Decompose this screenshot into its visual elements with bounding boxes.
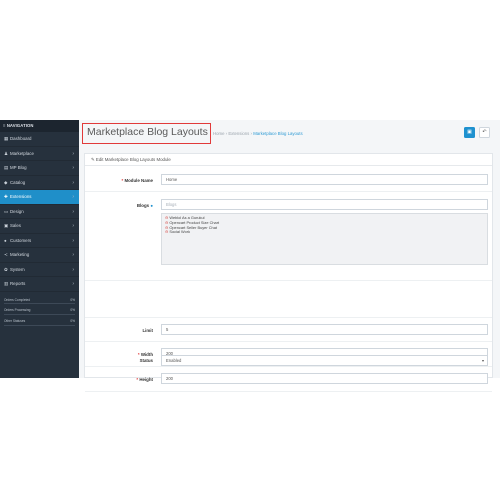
panel-heading: ✎ Edit Marketplace Blog Layouts Module [85, 154, 492, 166]
chevron-right-icon: › [72, 281, 74, 287]
blog-name: Social Work [169, 229, 191, 235]
module-name-label: * Module Name [121, 178, 154, 183]
sidebar-item-customers[interactable]: ● Customers › [0, 234, 79, 248]
sidebar-item-design[interactable]: ▭ Design › [0, 205, 79, 219]
chevron-right-icon: › [72, 237, 74, 244]
sidebar-item-label: Customers [10, 237, 32, 243]
panel-heading-text: Edit Marketplace Blog Layouts Module [95, 157, 171, 162]
save-button[interactable]: ▣ [464, 127, 475, 138]
remove-icon[interactable]: ⊖ [165, 229, 168, 234]
progress-bar [4, 313, 75, 316]
sidebar-item-sales[interactable]: ▣ Sales › [0, 219, 79, 234]
sidebar-item-reports[interactable]: ▥ Reports › [0, 277, 79, 292]
status-label: Status [139, 358, 153, 363]
select-arrow-icon: ▾ [481, 358, 484, 363]
limit-row: Limit 5 [85, 317, 492, 342]
save-icon: ▣ [467, 129, 472, 135]
stat-value: 0% [70, 297, 75, 302]
stat-progress: Orders Completed 0% [4, 298, 75, 305]
sidebar-item-label: Design [10, 208, 24, 214]
blogs-label: Blogs ● [136, 203, 153, 208]
height-input[interactable]: 200 [161, 373, 488, 384]
sidebar-item-marketplace[interactable]: ♟ Marketplace › [0, 147, 79, 161]
page-header: Marketplace Blog Layouts Home › Extensio… [79, 120, 500, 148]
navigation-header: ≡ NAVIGATION [0, 120, 79, 132]
module-name-input[interactable]: Home [161, 174, 488, 185]
sidebar-item-label: MP Blog [10, 165, 27, 170]
nav-list: ▦ Dashboard ♟ Marketplace › ▤ MP Blog › ◆ Catalog… [0, 132, 79, 292]
chevron-right-icon: › [72, 208, 74, 215]
module-name-row: * Module Name Home [85, 167, 492, 192]
selected-blogs-list: ⊖ Weblol As a Gurukul ⊖ Opencart Product … [161, 213, 488, 265]
admin-screen: ≡ NAVIGATION ▦ Dashboard ♟ Marketplace › ▤ MP … [0, 120, 500, 392]
order-stats: Orders Completed 0% Orders Processing 0% Oth… [0, 298, 79, 326]
sidebar-item-label: Marketing [10, 252, 30, 257]
main-content: Marketplace Blog Layouts Home › Extensio… [79, 120, 500, 392]
sidebar-item-label: Reports [10, 281, 26, 286]
sidebar-item-extensions[interactable]: ✚ Extensions › [0, 190, 79, 205]
sidebar-item-dashboard[interactable]: ▦ Dashboard [0, 132, 79, 147]
blogs-autocomplete-input[interactable]: Blogs [161, 199, 488, 210]
reply-icon: ↶ [482, 129, 487, 135]
sidebar-item-label: Catalog [10, 179, 26, 185]
sidebar-item-label: Dashboard [10, 136, 32, 141]
status-row: Status Enabled ▾ [85, 349, 492, 373]
chevron-right-icon: › [72, 150, 74, 157]
breadcrumb: Home › Extensions › Marketplace Blog Lay… [213, 131, 303, 136]
pencil-icon: ✎ [91, 157, 95, 162]
sidebar-item-catalog[interactable]: ◆ Catalog › [0, 176, 79, 190]
edit-module-panel: ✎ Edit Marketplace Blog Layouts Module *… [84, 153, 493, 392]
back-button[interactable]: ↶ [479, 127, 490, 138]
sidebar-item-marketing[interactable]: ≺ Marketing › [0, 248, 79, 263]
help-icon: ● [150, 203, 153, 208]
sidebar-item-label: Extensions [10, 194, 32, 199]
stat-value: 0% [70, 319, 75, 324]
limit-label: Limit [142, 328, 154, 333]
chevron-right-icon: › [72, 223, 74, 229]
stat-label: Other Statuses [4, 319, 26, 324]
chevron-right-icon: › [72, 266, 74, 273]
chevron-right-icon: › [72, 194, 74, 200]
chevron-right-icon: › [72, 165, 74, 171]
height-label: * Height [136, 377, 153, 382]
sidebar-item-label: Sales [10, 223, 21, 228]
breadcrumb-home[interactable]: Home [213, 131, 224, 136]
stat-value: 0% [70, 308, 75, 313]
limit-input[interactable]: 5 [161, 324, 488, 335]
sidebar-item-label: System [10, 266, 25, 272]
stat-label: Orders Completed [4, 297, 31, 302]
selected-blog-item: ⊖ Social Work [165, 229, 484, 235]
page-title: Marketplace Blog Layouts [87, 126, 208, 138]
sidebar-item-mp-blog[interactable]: ▤ MP Blog › [0, 161, 79, 176]
sidebar-item-system[interactable]: ✿ System › [0, 263, 79, 277]
stat-label: Orders Processing [4, 308, 31, 313]
sidebar-item-label: Marketplace [10, 150, 34, 156]
chevron-right-icon: › [72, 252, 74, 258]
chevron-right-icon: › [72, 179, 74, 186]
status-select[interactable]: Enabled ▾ [161, 355, 488, 366]
stat-progress: Orders Processing 0% [4, 308, 75, 316]
breadcrumb-extensions[interactable]: Extensions [228, 131, 249, 136]
stat-progress: Other Statuses 0% [4, 319, 75, 326]
sidebar: ≡ NAVIGATION ▦ Dashboard ♟ Marketplace › ▤ MP … [0, 120, 79, 378]
breadcrumb-current[interactable]: Marketplace Blog Layouts [253, 131, 302, 136]
progress-bar [4, 303, 75, 305]
blogs-row: Blogs ● Blogs ⊖ Weblol As a Gurukul ⊖ Ope… [85, 193, 492, 281]
progress-bar [4, 324, 75, 326]
